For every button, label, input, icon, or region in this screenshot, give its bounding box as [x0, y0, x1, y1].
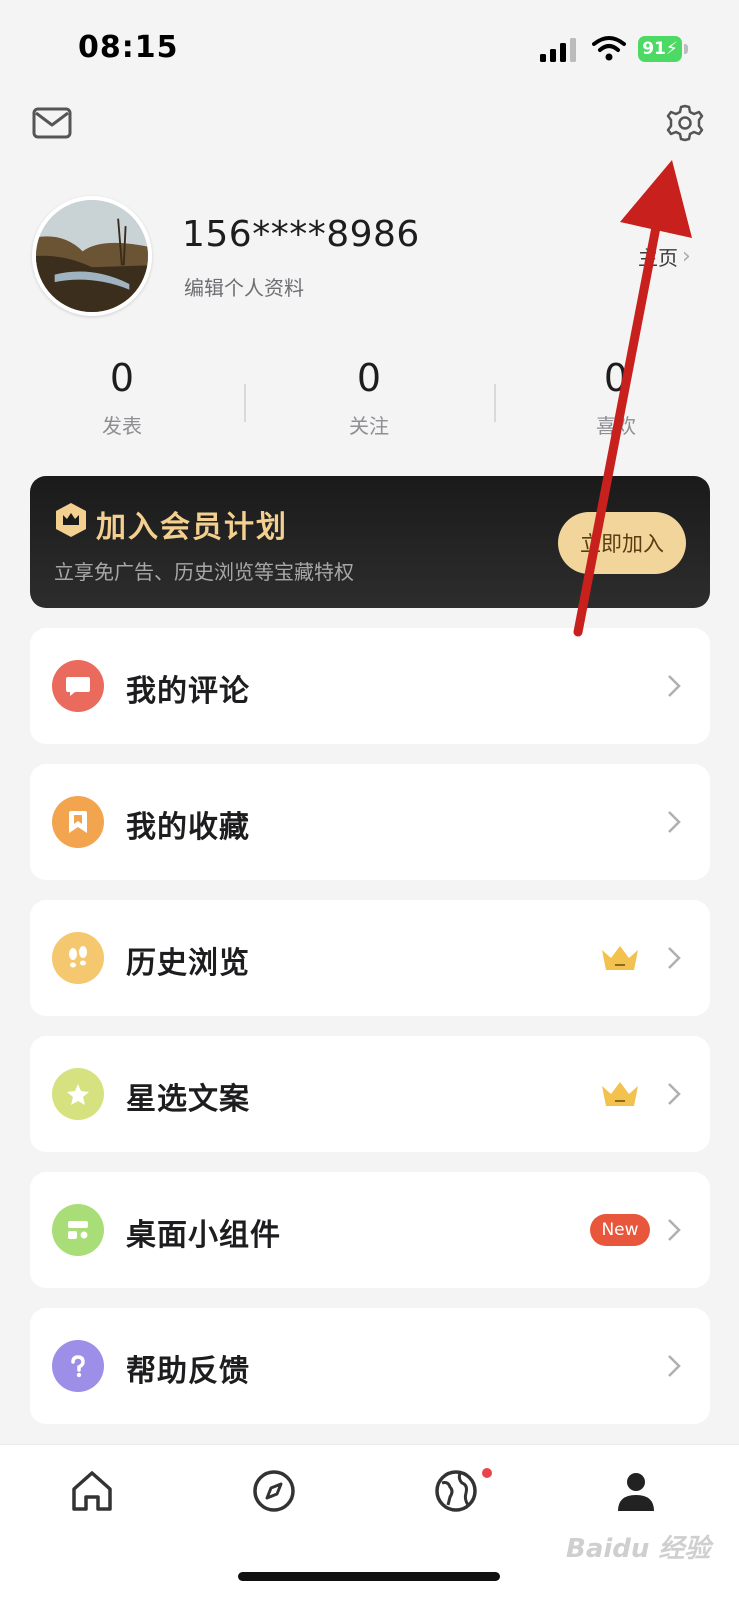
vip-banner[interactable]: 加入会员计划 立享免广告、历史浏览等宝藏特权 立即加入 — [30, 476, 710, 608]
stat-value: 0 — [356, 356, 382, 400]
home-indicator — [238, 1572, 500, 1581]
crown-badge-icon — [56, 503, 86, 537]
widget-icon — [52, 1204, 104, 1256]
watermark: Baidu 经验 — [566, 1534, 711, 1564]
divider — [244, 384, 246, 422]
status-bar: 08:15 91 ⚡ — [0, 0, 739, 96]
stat-following[interactable]: 0 关注 — [289, 356, 449, 439]
stat-posts[interactable]: 0 发表 — [42, 356, 202, 439]
crown-icon — [602, 946, 638, 970]
chevron-right-icon — [668, 811, 681, 833]
stat-likes[interactable]: 0 喜欢 — [536, 356, 696, 439]
menu-item-comments[interactable]: 我的评论 — [30, 628, 710, 744]
status-time: 08:15 — [78, 30, 179, 65]
menu-label: 帮助反馈 — [126, 1354, 250, 1389]
stat-label: 发表 — [102, 414, 142, 438]
star-icon — [52, 1068, 104, 1120]
menu-label: 星选文案 — [126, 1082, 250, 1117]
menu-item-help[interactable]: 帮助反馈 — [30, 1308, 710, 1424]
tab-discover[interactable] — [250, 1467, 298, 1515]
stat-label: 喜欢 — [596, 414, 636, 438]
avatar-image — [36, 200, 148, 312]
menu-item-history[interactable]: 历史浏览 — [30, 900, 710, 1016]
gear-icon[interactable] — [666, 104, 704, 142]
new-badge: New — [590, 1214, 650, 1246]
crown-icon — [602, 1082, 638, 1106]
help-icon — [52, 1340, 104, 1392]
home-icon — [72, 1471, 112, 1511]
chevron-right-icon — [668, 947, 681, 969]
signal-icon — [540, 38, 576, 62]
chevron-right-icon — [668, 675, 681, 697]
edit-profile-link[interactable]: 编辑个人资料 — [184, 272, 304, 301]
battery-level: 91 — [642, 39, 666, 59]
comment-icon — [52, 660, 104, 712]
join-now-button[interactable]: 立即加入 — [558, 512, 686, 574]
mail-icon[interactable] — [32, 106, 72, 140]
divider — [494, 384, 496, 422]
notification-dot — [482, 1468, 492, 1478]
chevron-right-icon — [668, 1355, 681, 1377]
tab-home[interactable] — [68, 1467, 116, 1515]
stat-value: 0 — [603, 356, 629, 400]
vip-title: 加入会员计划 — [96, 510, 288, 545]
tab-world[interactable] — [432, 1467, 480, 1515]
vip-subtitle: 立享免广告、历史浏览等宝藏特权 — [54, 560, 354, 584]
stats-row: 0 发表 0 关注 0 喜欢 — [0, 356, 739, 446]
menu-item-widgets[interactable]: 桌面小组件 New — [30, 1172, 710, 1288]
person-icon — [618, 1473, 654, 1511]
globe-icon — [435, 1470, 477, 1512]
tab-profile[interactable] — [612, 1467, 660, 1515]
menu-label: 历史浏览 — [126, 946, 250, 981]
battery-icon: 91 ⚡ — [638, 36, 688, 62]
menu-label: 桌面小组件 — [126, 1218, 281, 1253]
menu-label: 我的评论 — [126, 674, 250, 709]
chevron-right-icon: › — [682, 244, 691, 269]
homepage-label: 主页 — [638, 246, 678, 270]
stat-value: 0 — [109, 356, 135, 400]
footprints-icon — [52, 932, 104, 984]
stat-label: 关注 — [349, 414, 389, 438]
menu-item-favorites[interactable]: 我的收藏 — [30, 764, 710, 880]
chevron-right-icon — [668, 1083, 681, 1105]
bookmark-icon — [52, 796, 104, 848]
wifi-icon — [592, 36, 626, 61]
compass-icon — [253, 1470, 295, 1512]
menu-label: 我的收藏 — [126, 810, 250, 845]
homepage-link[interactable]: 主页 › — [638, 242, 691, 271]
menu-item-starred-copy[interactable]: 星选文案 — [30, 1036, 710, 1152]
chevron-right-icon — [668, 1219, 681, 1241]
user-phone: 156****8986 — [182, 214, 420, 255]
avatar[interactable] — [32, 196, 152, 316]
